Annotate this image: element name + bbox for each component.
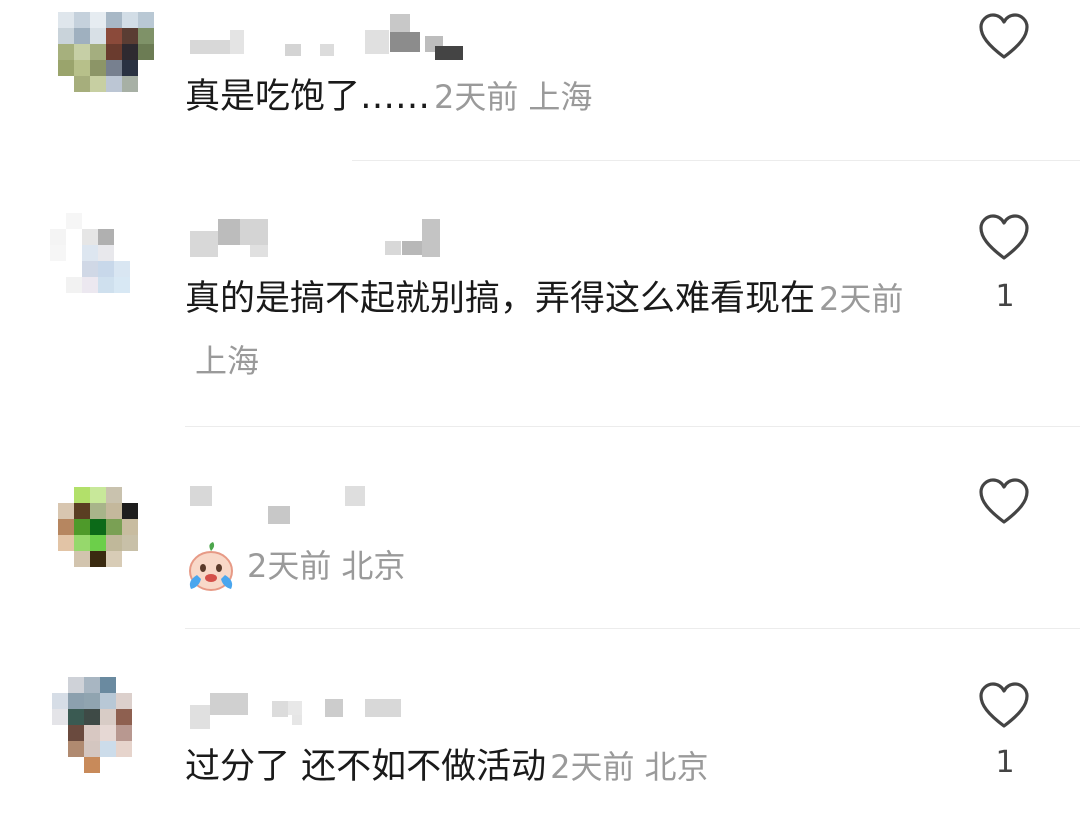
comment-item: 真是吃饱了…… 2天前 上海 bbox=[0, 0, 1080, 165]
avatar[interactable] bbox=[52, 677, 148, 773]
comment-item: 真的是搞不起就别搞，弄得这么难看现在 2天前上海 1 bbox=[0, 165, 1080, 427]
heart-outline-icon bbox=[979, 13, 1029, 59]
username-blurred[interactable] bbox=[190, 213, 490, 257]
like-button[interactable] bbox=[978, 681, 1030, 731]
comment-text: 过分了 还不如不做活动 2天前 北京 bbox=[185, 747, 709, 787]
like-count: 1 bbox=[995, 745, 1015, 780]
username-blurred[interactable] bbox=[190, 687, 490, 729]
comment-item: 过分了 还不如不做活动 2天前 北京 1 bbox=[0, 629, 1080, 815]
avatar[interactable] bbox=[58, 487, 154, 583]
username-blurred[interactable] bbox=[190, 10, 490, 60]
heart-outline-icon bbox=[979, 214, 1029, 260]
comment-meta: 2天前 北京 bbox=[550, 748, 709, 786]
comment-text: 真是吃饱了…… 2天前 上海 bbox=[185, 77, 593, 117]
comment-meta: 2天前 北京 bbox=[247, 547, 406, 585]
divider bbox=[352, 160, 1080, 161]
comment-text: 真的是搞不起就别搞，弄得这么难看现在 2天前上海 bbox=[185, 279, 904, 380]
heart-outline-icon bbox=[979, 682, 1029, 728]
comment-meta: 2天前上海 bbox=[434, 78, 593, 116]
username-blurred[interactable] bbox=[190, 482, 490, 524]
comment-item: 2天前 北京 bbox=[0, 427, 1080, 629]
like-button[interactable] bbox=[978, 213, 1030, 263]
heart-outline-icon bbox=[979, 478, 1029, 524]
like-button[interactable] bbox=[978, 12, 1030, 62]
crying-face-emoji bbox=[185, 541, 237, 593]
like-count: 1 bbox=[995, 279, 1015, 314]
avatar[interactable] bbox=[50, 213, 146, 309]
comment-text: 2天前 北京 bbox=[185, 535, 905, 597]
like-button[interactable] bbox=[978, 477, 1030, 527]
avatar[interactable] bbox=[58, 12, 154, 108]
